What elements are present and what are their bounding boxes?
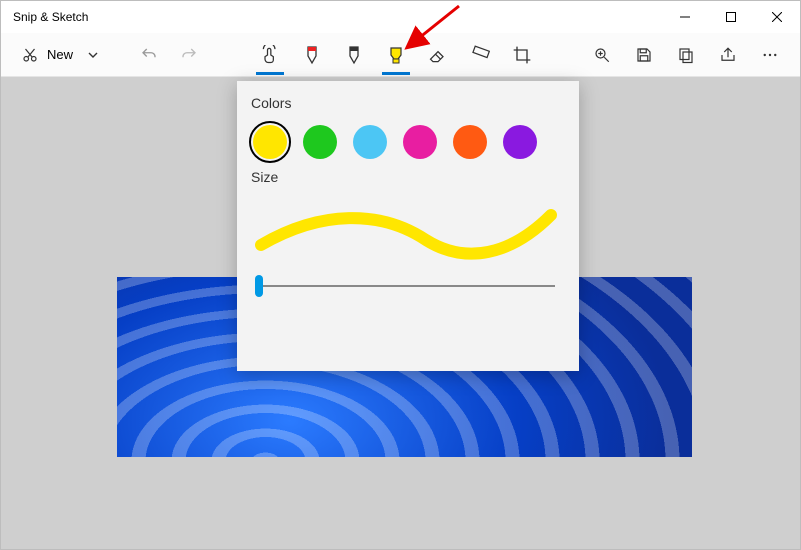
zoom-icon xyxy=(593,46,611,64)
ballpoint-pen-button[interactable] xyxy=(292,35,332,75)
drawing-tools xyxy=(250,35,542,75)
crop-button[interactable] xyxy=(502,35,542,75)
maximize-button[interactable] xyxy=(708,1,754,33)
crop-icon xyxy=(512,45,532,65)
redo-icon xyxy=(180,46,198,64)
zoom-button[interactable] xyxy=(582,35,622,75)
right-tools xyxy=(582,35,790,75)
color-swatch-purple[interactable] xyxy=(503,125,537,159)
main-toolbar: New xyxy=(1,33,800,77)
app-title: Snip & Sketch xyxy=(13,10,88,24)
close-button[interactable] xyxy=(754,1,800,33)
window-controls xyxy=(662,1,800,33)
new-dropdown[interactable] xyxy=(79,37,107,73)
highlighter-button[interactable] xyxy=(376,35,416,75)
touch-writing-button[interactable] xyxy=(250,35,290,75)
undo-icon xyxy=(140,46,158,64)
more-button[interactable] xyxy=(750,35,790,75)
new-button[interactable]: New xyxy=(11,37,79,73)
ballpoint-pen-icon xyxy=(303,45,321,65)
ruler-icon xyxy=(470,45,490,65)
colors-row xyxy=(251,121,565,167)
slider-track xyxy=(261,285,555,287)
share-button[interactable] xyxy=(708,35,748,75)
pen-options-popup: Colors Size xyxy=(237,81,579,371)
save-button[interactable] xyxy=(624,35,664,75)
size-heading: Size xyxy=(251,169,565,185)
save-icon xyxy=(635,46,653,64)
minimize-button[interactable] xyxy=(662,1,708,33)
eraser-button[interactable] xyxy=(418,35,458,75)
pencil-button[interactable] xyxy=(334,35,374,75)
slider-thumb[interactable] xyxy=(255,275,263,297)
new-label: New xyxy=(47,47,73,62)
ruler-button[interactable] xyxy=(460,35,500,75)
eraser-icon xyxy=(428,45,448,65)
redo-button[interactable] xyxy=(169,35,209,75)
copy-icon xyxy=(677,46,695,64)
colors-heading: Colors xyxy=(251,95,565,111)
chevron-down-icon xyxy=(87,49,99,61)
color-swatch-orange[interactable] xyxy=(453,125,487,159)
snip-icon xyxy=(21,46,39,64)
color-swatch-magenta[interactable] xyxy=(403,125,437,159)
size-preview xyxy=(251,195,565,265)
touch-writing-icon xyxy=(260,45,280,65)
undo-button[interactable] xyxy=(129,35,169,75)
share-icon xyxy=(719,46,737,64)
color-swatch-yellow[interactable] xyxy=(253,125,287,159)
color-swatch-skyblue[interactable] xyxy=(353,125,387,159)
copy-button[interactable] xyxy=(666,35,706,75)
more-icon xyxy=(761,46,779,64)
size-slider[interactable] xyxy=(251,271,565,301)
color-swatch-green[interactable] xyxy=(303,125,337,159)
highlighter-icon xyxy=(386,45,406,65)
window-titlebar: Snip & Sketch xyxy=(1,1,800,33)
pencil-icon xyxy=(345,45,363,65)
